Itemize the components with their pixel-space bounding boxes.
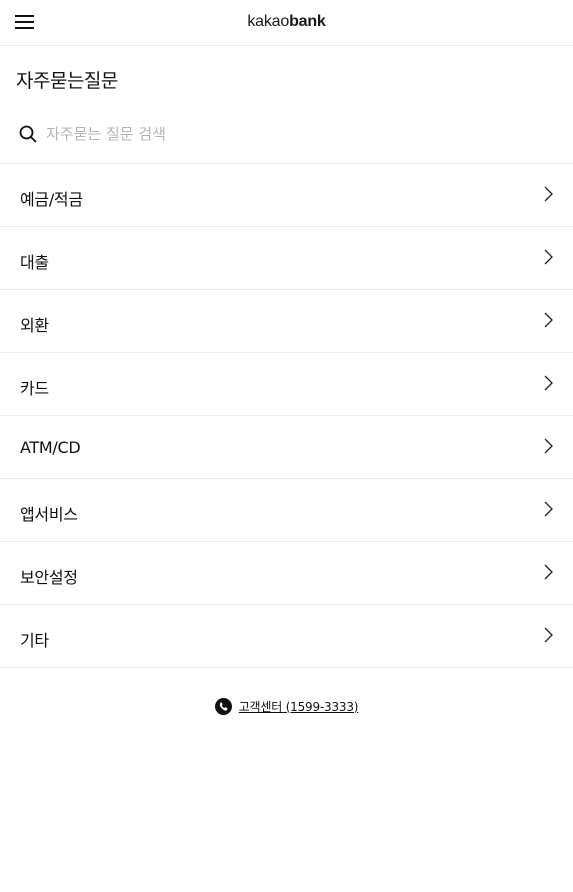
customer-center-label: 고객센터 (1599-3333) <box>238 699 359 714</box>
chevron-right-icon <box>544 375 553 391</box>
category-label: 외환 <box>20 316 49 335</box>
category-label: 앱서비스 <box>20 505 78 524</box>
chevron-right-icon <box>544 249 553 265</box>
search-bar <box>0 110 573 164</box>
logo-text-kakao: kakao <box>247 13 290 30</box>
phone-icon <box>214 697 232 715</box>
app-header: kakaobank <box>0 0 573 46</box>
category-label: 보안설정 <box>20 568 78 587</box>
search-icon <box>19 125 37 143</box>
faq-category-list: 예금/적금 대출 외환 카드 ATM/CD 앱서비스 보안설정 기타 <box>0 164 573 668</box>
faq-category-loan[interactable]: 대출 <box>0 227 573 290</box>
faq-category-foreign-exchange[interactable]: 외환 <box>0 290 573 353</box>
chevron-right-icon <box>544 186 553 202</box>
chevron-right-icon <box>544 312 553 328</box>
chevron-right-icon <box>544 501 553 517</box>
faq-category-other[interactable]: 기타 <box>0 605 573 668</box>
chevron-right-icon <box>544 627 553 643</box>
chevron-right-icon <box>544 438 553 454</box>
faq-category-card[interactable]: 카드 <box>0 353 573 416</box>
logo-text-bank: bank <box>289 13 326 30</box>
category-label: 대출 <box>20 253 49 272</box>
category-label: ATM/CD <box>20 438 81 457</box>
faq-category-app-service[interactable]: 앱서비스 <box>0 479 573 542</box>
kakaobank-logo[interactable]: kakaobank <box>0 13 573 31</box>
faq-category-deposit[interactable]: 예금/적금 <box>0 164 573 227</box>
search-input[interactable] <box>46 120 546 148</box>
chevron-right-icon <box>544 564 553 580</box>
faq-category-atm-cd[interactable]: ATM/CD <box>0 416 573 479</box>
category-label: 기타 <box>20 631 49 650</box>
page-title: 자주묻는질문 <box>16 70 118 92</box>
faq-category-security-settings[interactable]: 보안설정 <box>0 542 573 605</box>
category-label: 예금/적금 <box>20 190 83 209</box>
customer-center-link[interactable]: 고객센터 (1599-3333) <box>0 696 573 716</box>
category-label: 카드 <box>20 379 49 398</box>
